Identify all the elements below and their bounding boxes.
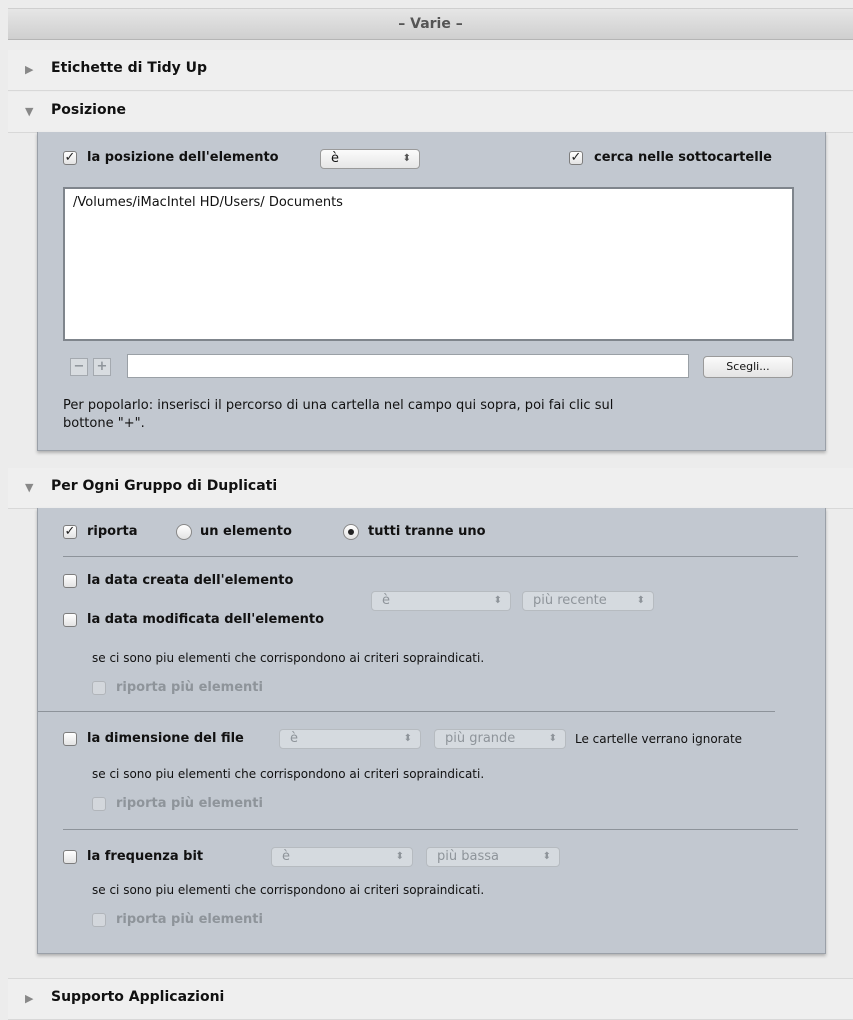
updown-arrows-icon: ⬍	[548, 733, 557, 744]
note-text: se ci sono piu elementi che corrispondon…	[92, 767, 485, 781]
report-more-checkbox[interactable]	[92, 913, 106, 927]
date-order-select[interactable]: più recente ⬍	[522, 591, 654, 611]
radio-all-but-one[interactable]	[343, 524, 359, 540]
folder-path-list[interactable]: /Volumes/iMacIntel HD/Users/ Documents	[63, 187, 794, 341]
section-label: Per Ogni Gruppo di Duplicati	[51, 478, 278, 494]
radio-one-item[interactable]	[176, 524, 192, 540]
divider	[63, 829, 798, 830]
size-operator-select[interactable]: è ⬍	[279, 729, 421, 749]
report-more-label: riporta più elementi	[116, 796, 263, 811]
disclosure-collapsed-icon[interactable]: ▶	[25, 63, 33, 76]
report-label: riporta	[87, 524, 138, 539]
section-duplicates[interactable]: ▼ Per Ogni Gruppo di Duplicati	[8, 468, 853, 509]
updown-arrows-icon: ⬍	[395, 851, 404, 862]
created-date-checkbox[interactable]	[63, 574, 77, 588]
search-subfolders-label: cerca nelle sottocartelle	[594, 150, 772, 165]
section-app-support[interactable]: ▶ Supporto Applicazioni	[8, 978, 853, 1020]
disclosure-collapsed-icon[interactable]: ▶	[25, 992, 33, 1005]
select-value: è	[290, 731, 298, 746]
choose-button[interactable]: Scegli...	[703, 356, 793, 378]
help-text: Per popolarlo: inserisci il percorso di …	[63, 398, 614, 413]
updown-arrows-icon: ⬍	[542, 851, 551, 862]
size-order-select[interactable]: più grande ⬍	[434, 729, 566, 749]
created-date-label: la data creata dell'elemento	[87, 573, 294, 588]
modified-date-checkbox[interactable]	[63, 613, 77, 627]
note-text: se ci sono piu elementi che corrispondon…	[92, 651, 485, 665]
bitrate-label: la frequenza bit	[87, 849, 204, 864]
folders-ignored-text: Le cartelle verrano ignorate	[575, 732, 743, 746]
report-more-label: riporta più elementi	[116, 680, 263, 695]
disclosure-expanded-icon[interactable]: ▼	[25, 481, 33, 494]
item-position-checkbox[interactable]: ✓	[63, 151, 77, 165]
add-path-button[interactable]: +	[93, 358, 111, 376]
select-value: più recente	[533, 593, 607, 608]
select-value: è	[331, 151, 339, 166]
updown-arrows-icon: ⬍	[402, 153, 411, 164]
disclosure-expanded-icon[interactable]: ▼	[25, 105, 33, 118]
report-more-label: riporta più elementi	[116, 912, 263, 927]
position-panel: ✓ la posizione dell'elemento è ⬍ ✓ cerca…	[37, 132, 826, 451]
updown-arrows-icon: ⬍	[403, 733, 412, 744]
updown-arrows-icon: ⬍	[493, 595, 502, 606]
section-label: Etichette di Tidy Up	[51, 60, 208, 76]
plus-icon: +	[96, 359, 108, 374]
note-text: se ci sono piu elementi che corrispondon…	[92, 883, 485, 897]
item-position-label: la posizione dell'elemento	[87, 150, 279, 165]
section-label: Posizione	[51, 102, 127, 118]
modified-date-label: la data modificata dell'elemento	[87, 612, 325, 627]
position-operator-select[interactable]: è ⬍	[320, 149, 420, 169]
radio-all-but-one-label: tutti tranne uno	[368, 524, 486, 539]
file-size-label: la dimensione del file	[87, 731, 244, 746]
duplicates-panel: ✓ riporta un elemento tutti tranne uno l…	[37, 508, 826, 954]
select-value: più grande	[445, 731, 516, 746]
updown-arrows-icon: ⬍	[636, 595, 645, 606]
report-more-checkbox[interactable]	[92, 797, 106, 811]
search-subfolders-checkbox[interactable]: ✓	[569, 151, 583, 165]
divider	[38, 711, 775, 712]
report-more-checkbox[interactable]	[92, 681, 106, 695]
report-checkbox[interactable]: ✓	[63, 525, 77, 539]
remove-path-button[interactable]: −	[70, 358, 88, 376]
date-operator-select[interactable]: è ⬍	[371, 591, 511, 611]
radio-selected-dot	[348, 529, 354, 535]
path-input[interactable]	[127, 354, 689, 378]
select-value: più bassa	[437, 849, 499, 864]
folder-path-item[interactable]: /Volumes/iMacIntel HD/Users/ Documents	[73, 195, 343, 210]
minus-icon: −	[73, 359, 85, 374]
divider	[63, 556, 798, 557]
bitrate-order-select[interactable]: più bassa ⬍	[426, 847, 560, 867]
section-position[interactable]: ▼ Posizione	[8, 92, 853, 133]
radio-one-item-label: un elemento	[200, 524, 292, 539]
file-size-checkbox[interactable]	[63, 732, 77, 746]
section-tidy-up-labels[interactable]: ▶ Etichette di Tidy Up	[8, 50, 853, 91]
section-label: Supporto Applicazioni	[51, 989, 225, 1005]
select-value: è	[382, 593, 390, 608]
bitrate-checkbox[interactable]	[63, 850, 77, 864]
help-text: bottone "+".	[63, 416, 145, 431]
bitrate-operator-select[interactable]: è ⬍	[271, 847, 413, 867]
select-value: è	[282, 849, 290, 864]
section-title: – Varie –	[8, 8, 853, 40]
